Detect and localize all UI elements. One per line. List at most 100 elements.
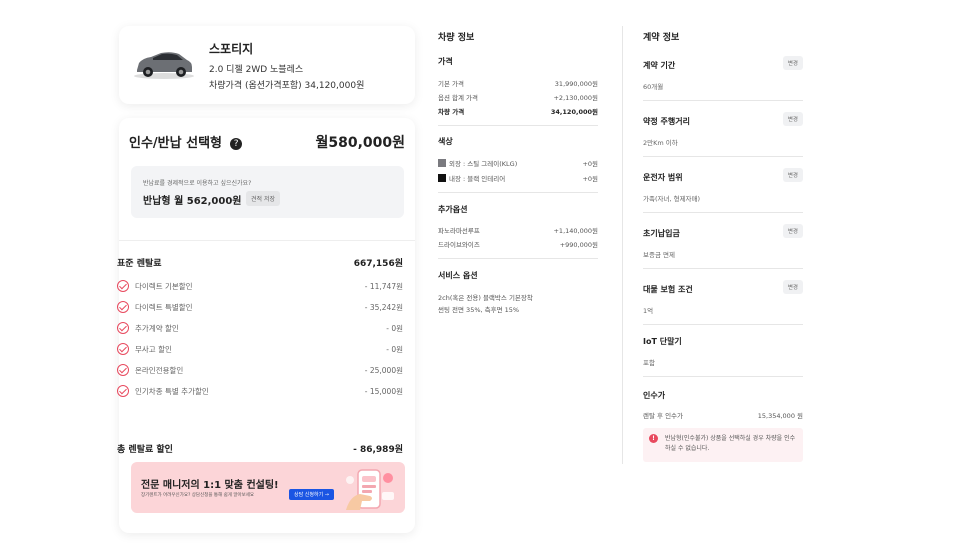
car-price: 차량가격 (옵션가격포함) 34,120,000원 xyxy=(209,81,365,91)
change-button[interactable]: 변경 xyxy=(782,112,803,126)
contract-item-value: 포함 xyxy=(643,359,655,367)
check-circle-icon xyxy=(117,385,129,397)
color-row: 내장 : 블랙 인테리어 +0원 xyxy=(438,173,598,183)
car-name: 스포티지 xyxy=(209,42,254,56)
contract-item-title: IoT 단말기 xyxy=(643,337,682,346)
option-label: 드라이브와이즈 xyxy=(438,241,480,249)
color-row: 외장 : 스틸 그레이(KLG) +0원 xyxy=(438,158,598,168)
divider xyxy=(643,324,803,325)
contract-info-section: 계약 정보 계약 기간 60개월 변경 약정 주행거리 2만Km 이하 변경 운… xyxy=(643,30,803,470)
discount-row: 인기차종 특별 추가할인 - 15,000원 xyxy=(117,385,403,399)
contract-item-deposit: 초기납입금 보증금 면제 변경 xyxy=(643,224,803,259)
contract-item-mileage: 약정 주행거리 2만Km 이하 변경 xyxy=(643,112,803,147)
change-button[interactable]: 변경 xyxy=(782,280,803,294)
divider xyxy=(643,268,803,269)
purchase-title: 인수가 xyxy=(643,391,666,400)
contract-item-title: 대물 보험 조건 xyxy=(643,285,693,294)
contract-item-value: 1억 xyxy=(643,307,654,315)
price-value: 31,990,000원 xyxy=(554,80,598,88)
consult-request-button[interactable]: 상담 신청하기 → xyxy=(289,489,334,500)
option-row: 파노라마선루프 +1,140,000원 xyxy=(438,225,598,235)
consulting-banner[interactable]: 전문 매니저의 1:1 맞춤 컨설팅! 장기렌트가 어려우신가요? 상담신청을 … xyxy=(131,462,405,513)
price-row: 차량 가격 34,120,000원 xyxy=(438,106,598,116)
divider xyxy=(643,156,803,157)
contract-item-title: 약정 주행거리 xyxy=(643,117,690,126)
contract-item-title: 운전자 범위 xyxy=(643,173,683,182)
banner-title: 전문 매니저의 1:1 맞춤 컨설팅! xyxy=(141,480,279,491)
color-label: 내장 : 블랙 인테리어 xyxy=(449,175,506,183)
option-value: +1,140,000원 xyxy=(553,227,598,235)
change-button[interactable]: 변경 xyxy=(782,168,803,182)
purchase-label: 렌탈 후 인수가 xyxy=(643,412,684,420)
discount-label: 무사고 할인 xyxy=(135,345,172,354)
contract-info-title: 계약 정보 xyxy=(643,33,680,43)
discount-value: - 35,242원 xyxy=(364,303,403,312)
price-label: 옵션 합계 가격 xyxy=(438,94,479,102)
color-swatch-icon xyxy=(438,174,446,182)
contract-item-value: 가족(자녀, 형제자매) xyxy=(643,195,701,203)
banner-subtitle: 장기렌트가 어려우신가요? 상담신청을 통해 쉽게 알아보세요 xyxy=(141,493,255,498)
discount-value: - 0원 xyxy=(386,324,403,333)
service-section-title: 서비스 옵션 xyxy=(438,271,478,280)
check-circle-icon xyxy=(117,322,129,334)
pricing-card: 인수/반납 선택형 ? 월580,000원 반납료를 경제적으로 이용하고 싶으… xyxy=(117,118,415,533)
total-discount-row: 총 렌탈료 할인 - 86,989원 xyxy=(117,442,403,455)
divider xyxy=(438,258,598,259)
price-value: +2,130,000원 xyxy=(553,94,598,102)
contract-item-insurance: 대물 보험 조건 1억 변경 xyxy=(643,280,803,315)
discount-row: 다이렉트 특별할인 - 35,242원 xyxy=(117,301,403,315)
car-trim: 2.0 디젤 2WD 노블레스 xyxy=(209,65,304,75)
change-button[interactable]: 변경 xyxy=(782,56,803,70)
color-section-title: 색상 xyxy=(438,137,453,146)
discount-label: 다이렉트 특별할인 xyxy=(135,303,193,312)
price-value: 34,120,000원 xyxy=(550,108,598,116)
price-label: 차량 가격 xyxy=(438,108,465,116)
total-discount-value: - 86,989원 xyxy=(353,445,403,455)
standard-rental-label: 표준 렌탈료 xyxy=(117,259,162,269)
discount-label: 인기차종 특별 추가할인 xyxy=(135,387,209,396)
contract-item-value: 2만Km 이하 xyxy=(643,139,678,147)
color-label: 외장 : 스틸 그레이(KLG) xyxy=(449,160,518,168)
option-label: 파노라마선루프 xyxy=(438,227,480,235)
purchase-value: 15,354,000 원 xyxy=(757,412,803,420)
vehicle-info-section: 차량 정보 가격 기본 가격 31,990,000원 옵션 합계 가격 +2,1… xyxy=(438,30,600,330)
warning-text: 반납형(인수불가) 상품을 선택하실 경우 차량을 인수하실 수 없습니다. xyxy=(665,435,796,452)
discount-label: 추가계약 할인 xyxy=(135,324,179,333)
color-swatch-icon xyxy=(438,159,446,167)
discount-value: - 11,747원 xyxy=(364,282,403,291)
discount-row: 무사고 할인 - 0원 xyxy=(117,343,403,357)
contract-item-value: 보증금 면제 xyxy=(643,251,675,259)
price-row: 기본 가격 31,990,000원 xyxy=(438,78,598,88)
option-row: 드라이브와이즈 +990,000원 xyxy=(438,239,598,249)
service-line: 썬팅 전면 35%, 측후면 15% xyxy=(438,306,520,314)
divider xyxy=(438,192,598,193)
color-value: +0원 xyxy=(582,175,598,183)
divider xyxy=(643,100,803,101)
price-label: 기본 가격 xyxy=(438,80,464,88)
contract-item-title: 계약 기간 xyxy=(643,61,676,70)
discount-value: - 25,000원 xyxy=(364,366,403,375)
phone-hand-illustration-icon xyxy=(346,469,394,510)
color-value: +0원 xyxy=(582,160,598,168)
discount-label: 다이렉트 기본할인 xyxy=(135,282,193,291)
check-circle-icon xyxy=(117,280,129,292)
alert-icon: ! xyxy=(649,434,658,443)
service-line: 2ch(혹은 전용) 블랙박스 기본장착 xyxy=(438,294,533,302)
discount-value: - 15,000원 xyxy=(364,387,403,396)
discount-value: - 0원 xyxy=(386,345,403,354)
contract-item-iot: IoT 단말기 포함 xyxy=(643,336,803,367)
car-summary-card: 스포티지 2.0 디젤 2WD 노블레스 차량가격 (옵션가격포함) 34,12… xyxy=(119,26,415,104)
car-image xyxy=(134,52,194,79)
contract-item-driver-range: 운전자 범위 가족(자녀, 형제자매) 변경 xyxy=(643,168,803,203)
options-section-title: 추가옵션 xyxy=(438,205,468,214)
contract-item-value: 60개월 xyxy=(643,83,664,91)
divider xyxy=(643,376,803,377)
standard-rental-value: 667,156원 xyxy=(353,259,403,269)
change-button[interactable]: 변경 xyxy=(782,224,803,238)
discount-row: 온라인전용할인 - 25,000원 xyxy=(117,364,403,378)
standard-rental-row: 표준 렌탈료 667,156원 xyxy=(117,256,403,269)
discount-label: 온라인전용할인 xyxy=(135,366,184,375)
check-circle-icon xyxy=(117,364,129,376)
column-divider xyxy=(622,26,623,464)
purchase-row: 렌탈 후 인수가 15,354,000 원 xyxy=(643,410,803,420)
